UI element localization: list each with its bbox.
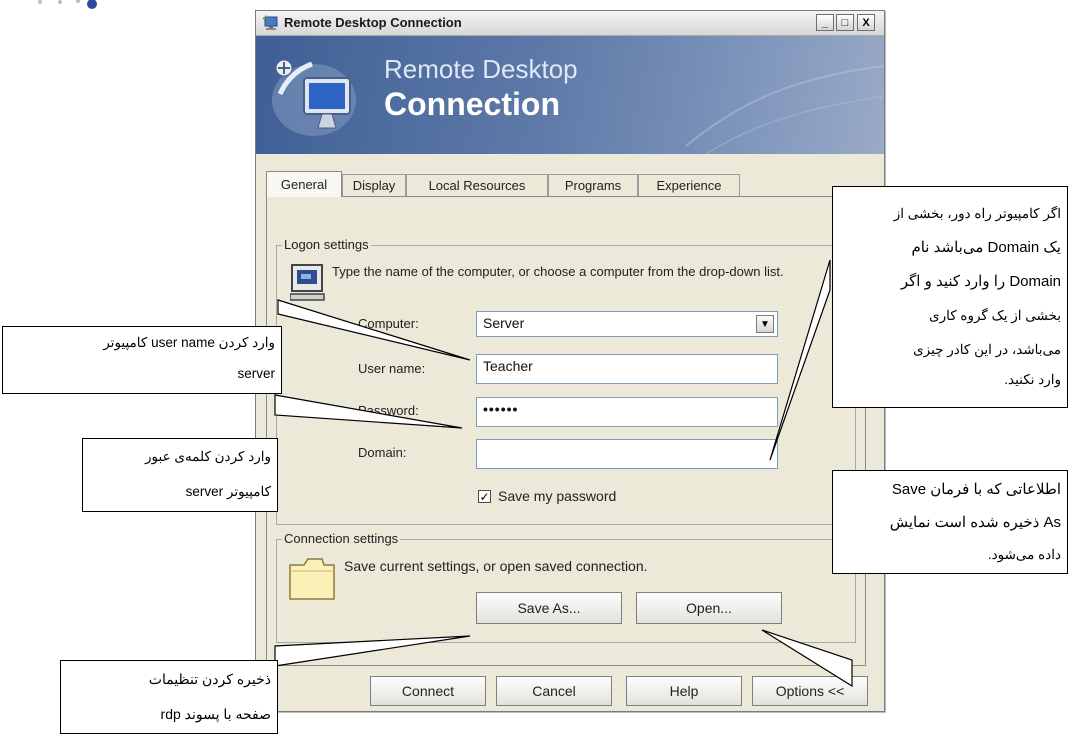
- computer-value: Server: [483, 315, 525, 331]
- username-field[interactable]: Teacher: [476, 354, 778, 384]
- logon-description: Type the name of the computer, or choose…: [332, 264, 784, 279]
- remote-desktop-window: Remote Desktop Connection _ □ X Remote D…: [255, 10, 885, 712]
- callout-domain-line4: بخشی از یک گروه کاری: [929, 308, 1061, 323]
- window-title: Remote Desktop Connection: [284, 15, 462, 30]
- callout-domain: اگر کامپیوتر راه دور، بخشی از یک Domain …: [832, 186, 1068, 408]
- computer-label: Computer:: [358, 316, 419, 331]
- callout-domain-line1: اگر کامپیوتر راه دور، بخشی از: [893, 206, 1061, 221]
- computer-icon: [290, 264, 325, 301]
- callout-open-line3: داده می‌شود.: [987, 547, 1061, 562]
- password-value: ••••••: [483, 401, 519, 417]
- open-label: Open...: [686, 600, 732, 616]
- connect-button[interactable]: Connect: [370, 676, 486, 706]
- help-button[interactable]: Help: [626, 676, 742, 706]
- callout-username: وارد کردن user name کامپیوتر server: [2, 326, 282, 394]
- tab-label: Experience: [656, 178, 722, 193]
- folder-icon: [289, 558, 335, 600]
- logon-settings-group: [276, 245, 856, 525]
- close-button[interactable]: X: [857, 14, 875, 31]
- connect-label: Connect: [401, 683, 455, 699]
- callout-domain-line5: می‌باشد، در این کادر چیزی: [913, 342, 1061, 357]
- domain-label: Domain:: [358, 445, 407, 460]
- minimize-button[interactable]: _: [816, 14, 834, 31]
- callout-open: اطلاعاتی که با فرمان Save As ذخیره شده ا…: [832, 470, 1068, 574]
- cancel-label: Cancel: [532, 683, 576, 699]
- password-label: Password:: [358, 403, 419, 418]
- tab-label: General: [280, 177, 328, 192]
- save-password-label: Save my password: [498, 488, 617, 504]
- username-value: Teacher: [483, 358, 533, 374]
- decorative-fragment: [38, 0, 97, 9]
- tab-label: Programs: [564, 178, 622, 193]
- tab-general[interactable]: General: [266, 171, 342, 197]
- chevron-down-icon: ▼: [760, 318, 770, 330]
- callout-password-line1: وارد کردن کلمه‌ی عبور: [145, 449, 271, 464]
- callout-save-settings-line1: ذخیره کردن تنظیمات: [148, 671, 271, 687]
- banner-swoosh: [686, 65, 884, 154]
- logon-settings-legend: Logon settings: [282, 237, 371, 252]
- maximize-button[interactable]: □: [836, 14, 854, 31]
- callout-open-line1: اطلاعاتی که با فرمان Save: [891, 481, 1061, 498]
- domain-field[interactable]: [476, 439, 778, 469]
- banner-title-line2: Connection: [384, 86, 560, 122]
- computer-dropdown-button[interactable]: ▼: [756, 315, 774, 333]
- tab-display[interactable]: Display: [342, 174, 406, 196]
- callout-open-line2: As ذخیره شده است نمایش: [889, 514, 1061, 531]
- callout-username-line1: وارد کردن user name کامپیوتر: [103, 335, 275, 350]
- tab-label: Display: [352, 178, 396, 193]
- callout-save-settings-line2: صفحه با پسوند rdp: [160, 706, 271, 722]
- callout-password-line2: کامپیوتر server: [185, 484, 271, 499]
- callout-domain-line3: Domain را وارد کنید و اگر: [900, 273, 1061, 290]
- password-field[interactable]: ••••••: [476, 397, 778, 427]
- tab-local-resources[interactable]: Local Resources: [406, 174, 548, 196]
- computer-combobox[interactable]: Server: [476, 311, 778, 337]
- title-bar[interactable]: Remote Desktop Connection _ □ X: [256, 11, 884, 36]
- monitor-logo-icon: [272, 59, 356, 136]
- save-as-label: Save As...: [517, 600, 581, 616]
- checkmark-icon: ✓: [479, 489, 490, 504]
- options-label: Options <<: [775, 683, 845, 699]
- tab-programs[interactable]: Programs: [548, 174, 638, 196]
- tab-label: Local Resources: [428, 178, 526, 193]
- connection-settings-legend: Connection settings: [282, 531, 401, 546]
- cancel-button[interactable]: Cancel: [496, 676, 612, 706]
- tab-experience[interactable]: Experience: [638, 174, 740, 196]
- connection-settings-group: [276, 539, 856, 643]
- callout-save-settings: ذخیره کردن تنظیمات صفحه با پسوند rdp: [60, 660, 278, 734]
- close-icon: X: [862, 16, 870, 29]
- callout-domain-line6: وارد نکنید.: [1004, 372, 1061, 387]
- callout-domain-line2: یک Domain می‌باشد نام: [911, 239, 1061, 256]
- username-label: User name:: [358, 361, 426, 376]
- banner: Remote Desktop Connection: [256, 36, 884, 154]
- maximize-icon: □: [841, 16, 849, 29]
- save-as-button[interactable]: Save As...: [476, 592, 622, 624]
- open-button[interactable]: Open...: [636, 592, 782, 624]
- remote-desktop-icon: [262, 15, 278, 30]
- connection-description: Save current settings, or open saved con…: [344, 558, 648, 574]
- banner-title-line1: Remote Desktop: [384, 54, 578, 84]
- save-password-checkbox[interactable]: ✓: [478, 490, 491, 503]
- help-label: Help: [669, 683, 699, 699]
- callout-username-line2: server: [237, 366, 275, 381]
- minimize-icon: _: [821, 16, 829, 29]
- options-button[interactable]: Options <<: [752, 676, 868, 706]
- callout-password: وارد کردن کلمه‌ی عبور کامپیوتر server: [82, 438, 278, 512]
